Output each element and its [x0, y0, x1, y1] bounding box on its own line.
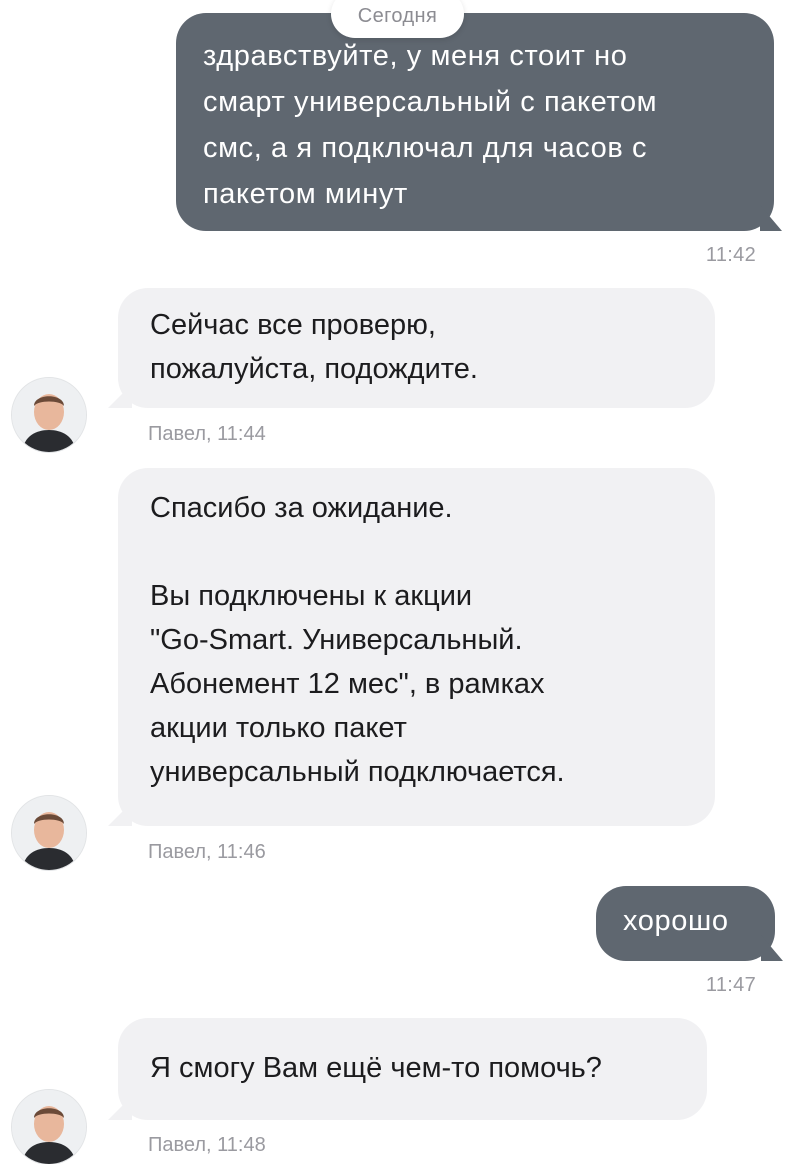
message-incoming-1[interactable]: Сейчас все проверю, пожалуйста, подождит… — [108, 288, 715, 408]
message-text: Спасибо за ожидание. Вы подключены к акц… — [150, 492, 565, 788]
agent-avatar — [12, 796, 86, 870]
agent-avatar — [12, 1090, 86, 1164]
message-text: здравствуйте, у меня стоит но смарт унив… — [203, 40, 658, 210]
message-text: хорошо — [623, 905, 729, 937]
message-time: 11:42 — [705, 244, 756, 266]
message-incoming-3[interactable]: Я смогу Вам ещё чем-то помочь? — [108, 1018, 707, 1120]
message-text: Я смогу Вам ещё чем-то помочь? — [150, 1052, 602, 1084]
message-outgoing-2[interactable]: хорошо — [596, 886, 783, 961]
avatar-icon — [12, 796, 86, 870]
date-divider: Сегодня — [331, 0, 464, 38]
message-text: Сейчас все проверю, пожалуйста, подождит… — [150, 309, 478, 385]
message-incoming-2[interactable]: Спасибо за ожидание. Вы подключены к акц… — [108, 468, 715, 826]
message-meta: Павел, 11:44 — [148, 423, 266, 445]
message-meta: Павел, 11:46 — [148, 841, 266, 863]
chat-thread: здравствуйте, у меня стоит но смарт унив… — [0, 0, 797, 1164]
avatar-icon — [12, 378, 86, 452]
avatar-icon — [12, 1090, 86, 1164]
message-outgoing-1[interactable]: здравствуйте, у меня стоит но смарт унив… — [176, 13, 782, 231]
message-time: 11:47 — [705, 974, 756, 996]
message-meta: Павел, 11:48 — [148, 1134, 266, 1156]
agent-avatar — [12, 378, 86, 452]
